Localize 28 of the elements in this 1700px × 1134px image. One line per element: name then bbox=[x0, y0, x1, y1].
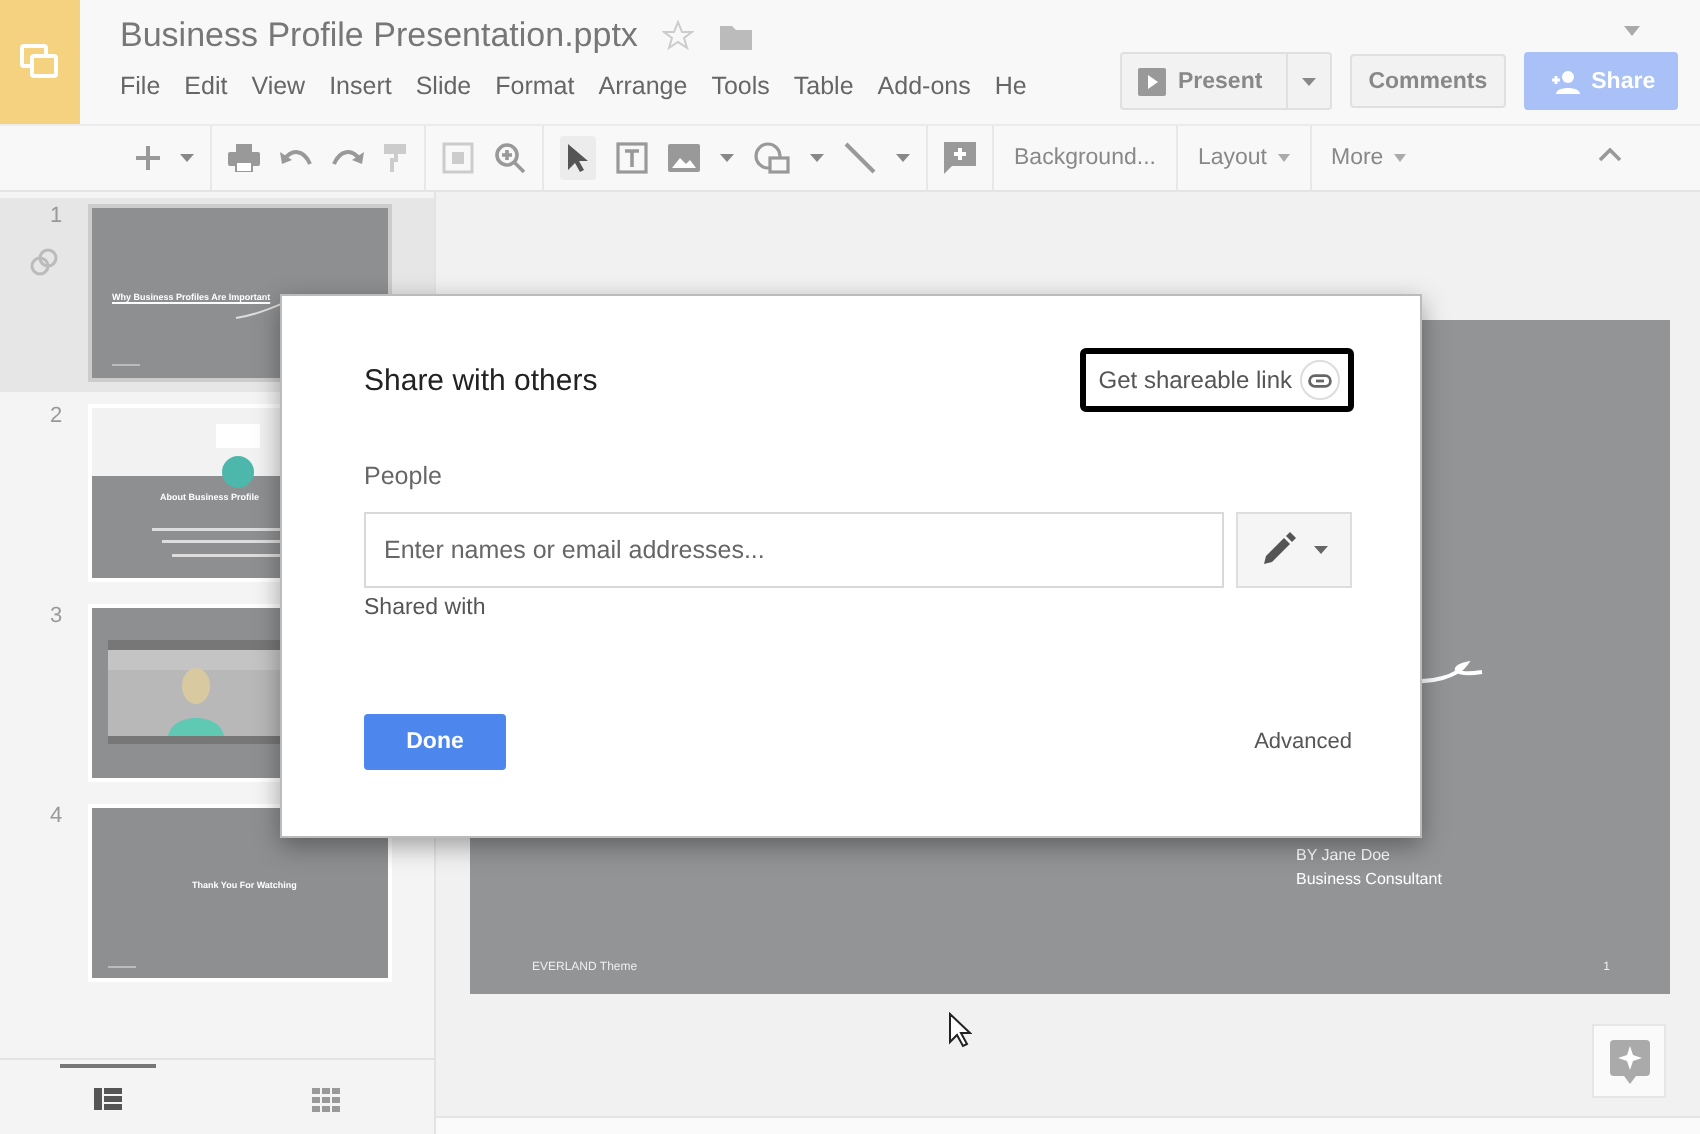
menu-item[interactable]: File bbox=[120, 72, 185, 100]
advanced-link[interactable]: Advanced bbox=[1254, 730, 1352, 754]
menu-item[interactable]: Tools bbox=[711, 72, 794, 100]
slide-number: 1 bbox=[47, 204, 63, 228]
menu-item[interactable]: View bbox=[251, 72, 330, 100]
background-button[interactable]: Background... bbox=[1014, 146, 1156, 170]
shared-with-label: Shared with bbox=[364, 596, 488, 620]
slide-number: 3 bbox=[47, 604, 63, 628]
menu-item[interactable]: Slide bbox=[415, 72, 496, 100]
menu-item[interactable]: Format bbox=[495, 72, 599, 100]
menu-item[interactable]: Table bbox=[793, 72, 878, 100]
menu-item[interactable]: Insert bbox=[329, 72, 416, 100]
slide-number: 2 bbox=[47, 404, 63, 428]
menu-item[interactable]: Add-ons bbox=[877, 72, 995, 100]
menu-item[interactable]: Arrange bbox=[598, 72, 712, 100]
author-text: BY Jane Doe bbox=[1296, 846, 1390, 864]
role-text: Business Consultant bbox=[1296, 870, 1442, 888]
slide-number: 4 bbox=[47, 804, 63, 828]
document-title[interactable]: Business Profile Presentation.pptx bbox=[120, 16, 638, 56]
get-link-button[interactable]: Get shareable link bbox=[1080, 348, 1354, 412]
menu-item[interactable]: Edit bbox=[184, 72, 252, 100]
comments-button[interactable]: Comments bbox=[1350, 54, 1506, 108]
more-button[interactable]: More bbox=[1331, 146, 1406, 170]
done-button[interactable]: Done bbox=[364, 714, 506, 770]
people-input-field[interactable]: Enter names or email addresses... bbox=[364, 512, 1224, 588]
layout-button[interactable]: Layout bbox=[1197, 146, 1289, 170]
menu-item[interactable]: He bbox=[994, 72, 1051, 100]
section-label: People bbox=[364, 462, 444, 490]
